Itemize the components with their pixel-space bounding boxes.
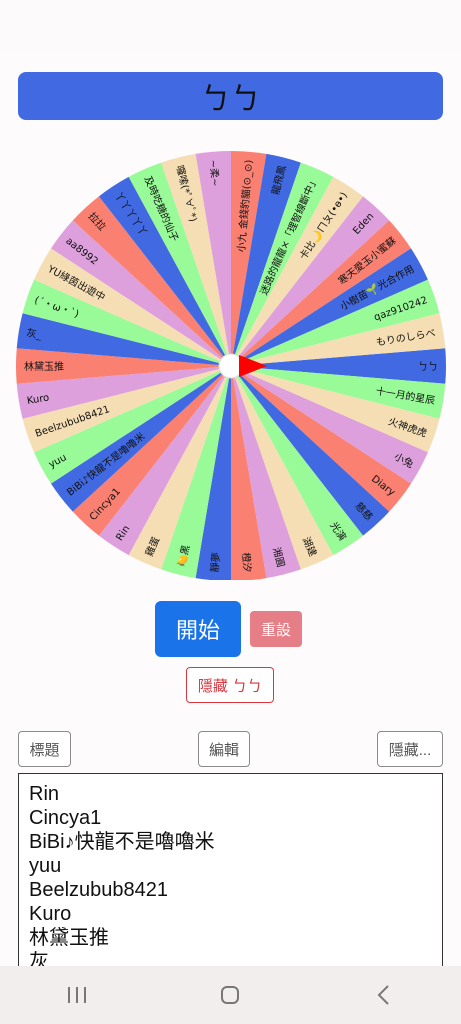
wheel-segment-label: ㄅㄅ: [418, 361, 438, 373]
wheel-segment-label: ~柔~: [207, 159, 221, 187]
start-button[interactable]: 開始: [155, 601, 241, 657]
home-icon[interactable]: [200, 975, 260, 1015]
result-banner: ㄅㄅ: [18, 72, 443, 120]
entry-line: yuu: [29, 855, 62, 877]
entry-line: Kuro: [29, 903, 72, 925]
title-button[interactable]: 標題: [18, 731, 71, 767]
result-text: ㄅㄅ: [200, 82, 261, 117]
status-bar: [0, 0, 461, 52]
entry-line: BiBi♪快龍不是嚕嚕米: [29, 831, 215, 853]
entry-line: Rin: [29, 783, 60, 805]
entries-textarea[interactable]: Rin Cincya1 BiBi♪快龍不是嚕嚕米 yuu Beelzubub84…: [18, 773, 443, 973]
wheel-svg[interactable]: ㄅㄅ十一月的星辰火神虎虎小兔Diary慈慈光演湖建湘圓橙汐靜夢🍋黑雞蛋RinCi…: [0, 150, 461, 580]
hide-menu-button[interactable]: 隱藏...: [377, 731, 443, 767]
recent-apps-icon[interactable]: [47, 975, 107, 1015]
edit-button[interactable]: 編輯: [198, 731, 250, 767]
entry-line: Cincya1: [29, 807, 102, 829]
entry-line: Beelzubub8421: [29, 879, 169, 901]
entry-line: 林黛玉推: [29, 927, 109, 949]
back-icon[interactable]: [354, 975, 414, 1015]
reset-button[interactable]: 重設: [250, 611, 302, 647]
hide-result-button[interactable]: 隱藏 ㄅㄅ: [186, 667, 274, 703]
wheel-segment-label: 林黛玉推: [24, 360, 64, 373]
system-navbar: [0, 966, 461, 1024]
spin-wheel[interactable]: ㄅㄅ 十一月的星辰 火神虎虎 小兔 Diary 慈慈 光演 湖建 湘圓 橙汐 靜夢 🍋黑 雞蛋 Rin Ci…: [0, 150, 461, 580]
